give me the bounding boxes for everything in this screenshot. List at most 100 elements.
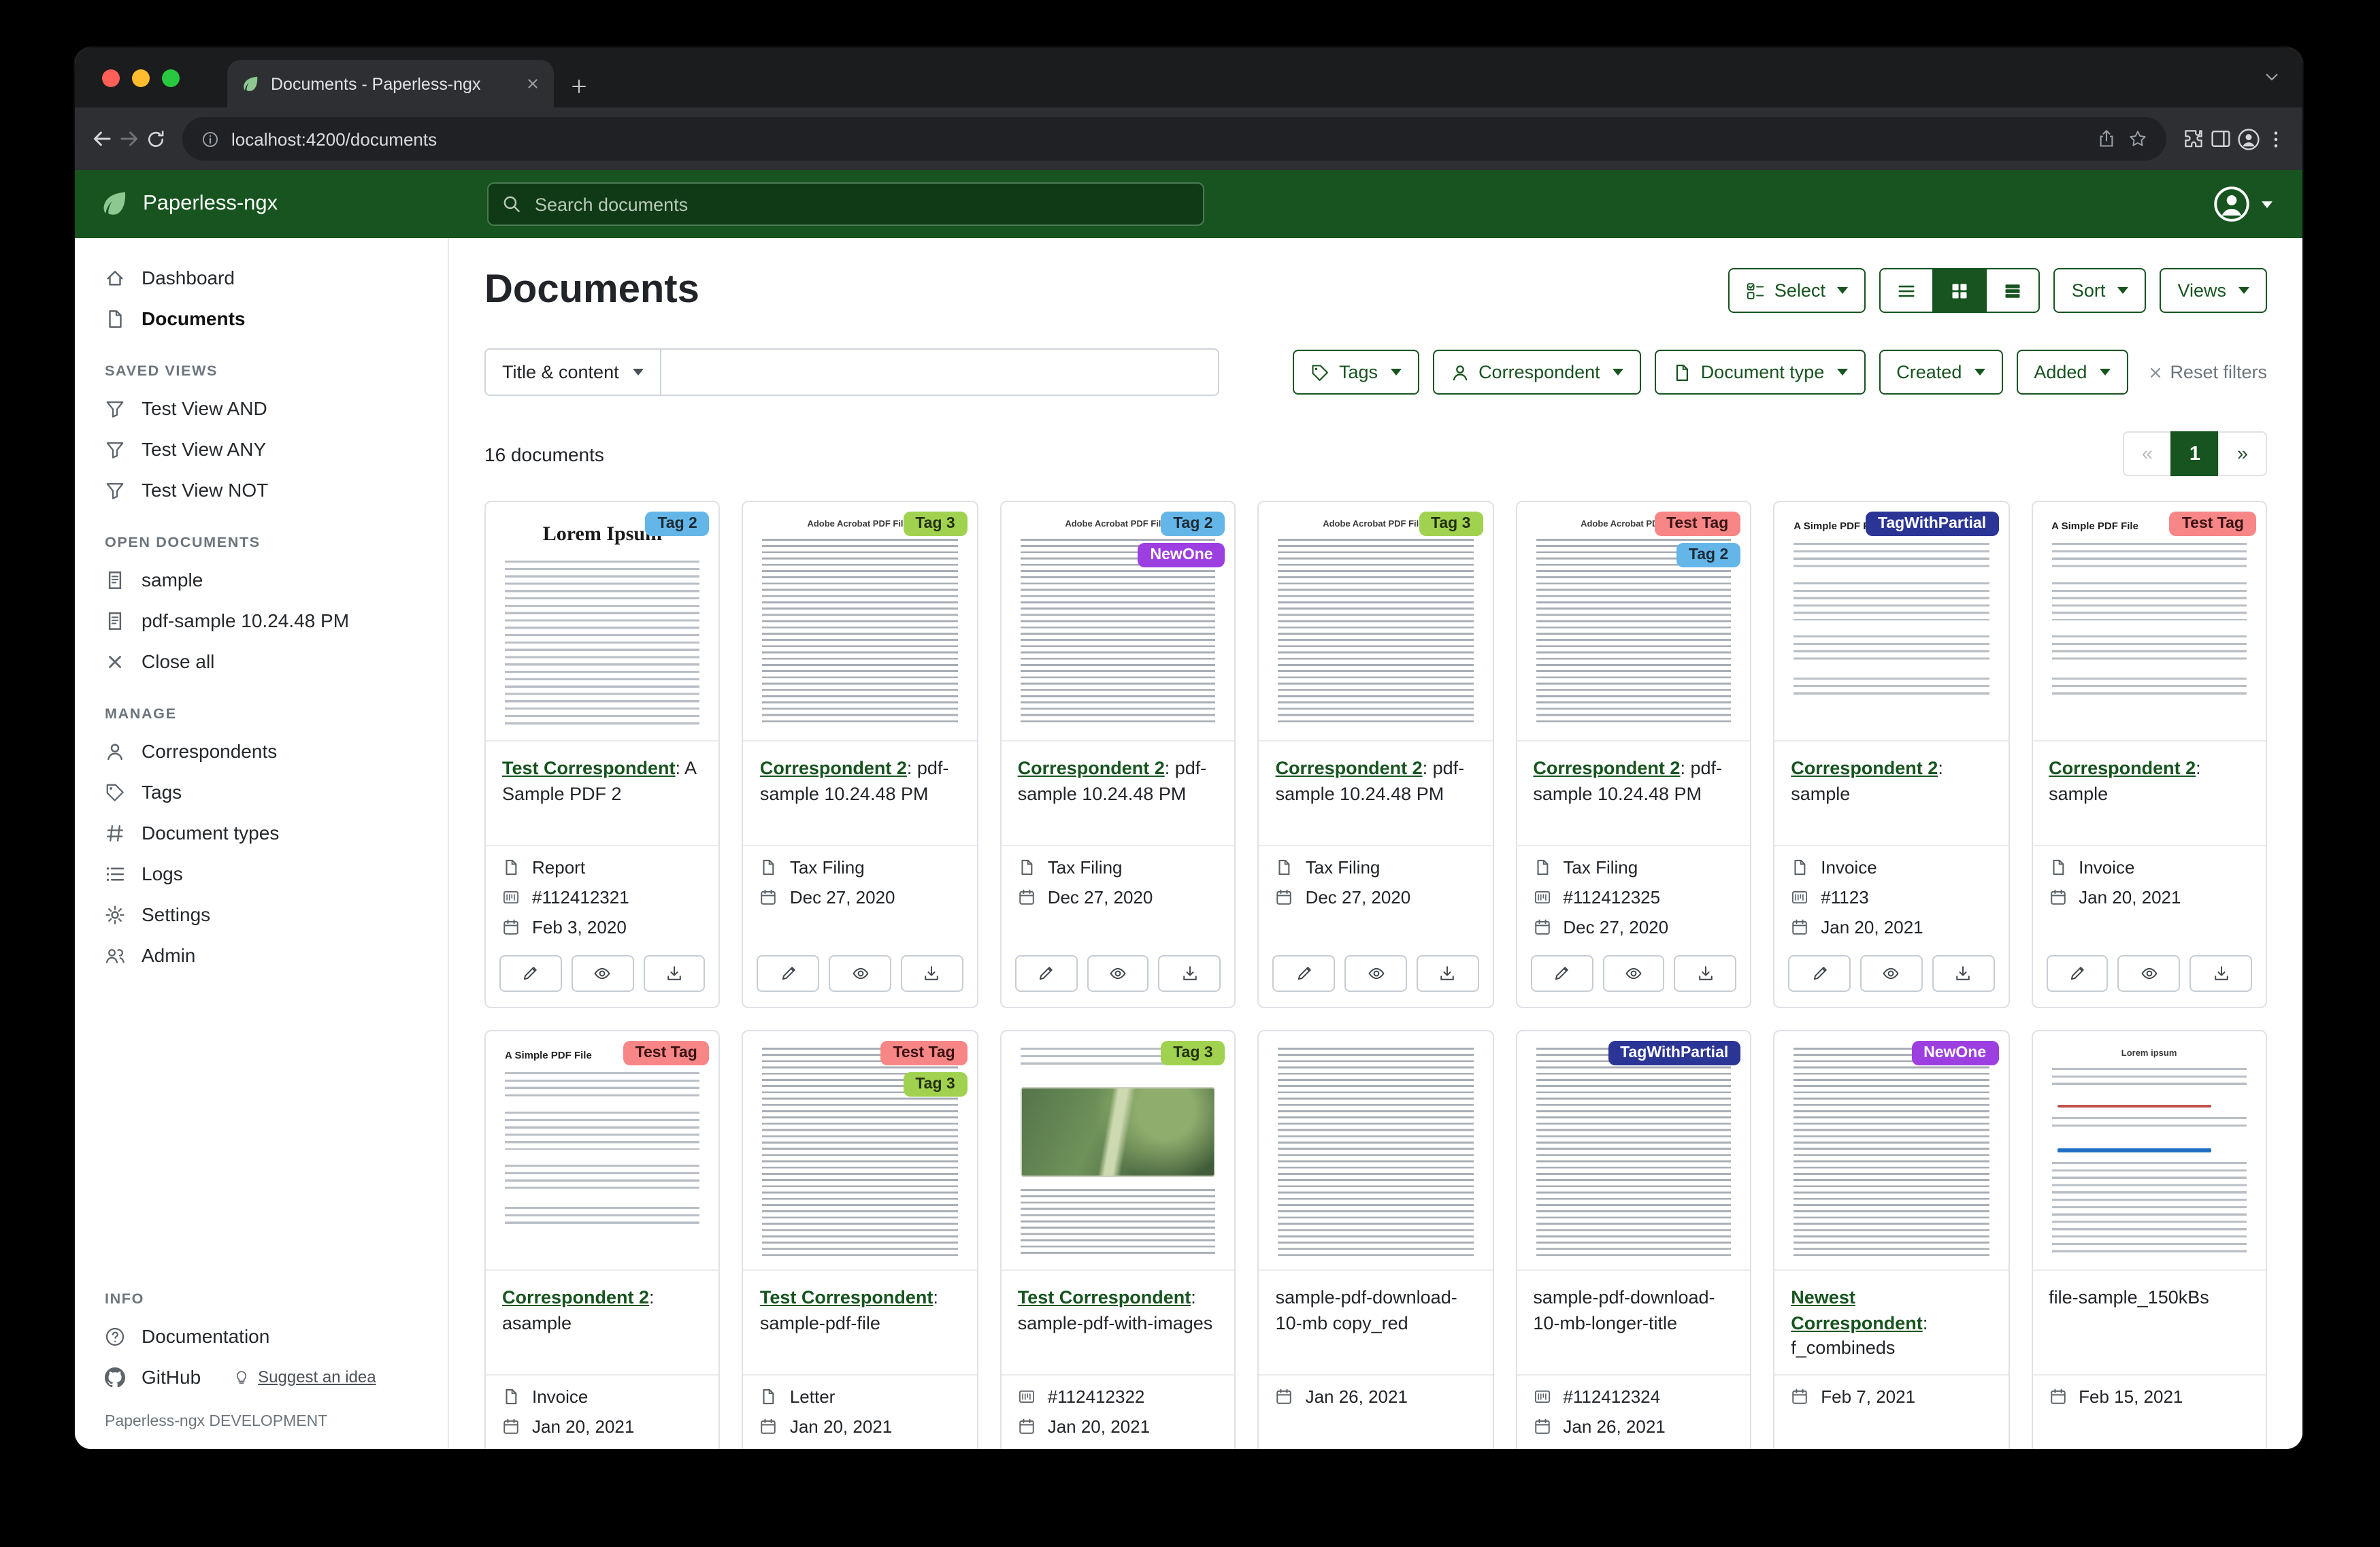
filter-created-button[interactable]: Created (1879, 350, 2002, 395)
sidebar-item-admin[interactable]: Admin (75, 935, 448, 976)
tab-search-icon[interactable] (2263, 68, 2281, 86)
document-thumbnail[interactable]: Test TagA Simple PDF File (486, 1031, 719, 1271)
tag-badge[interactable]: Tag 3 (903, 512, 967, 536)
sidebar-item-test-view-and[interactable]: Test View AND (75, 388, 448, 429)
document-thumbnail[interactable]: Test TagTag 2Adobe Acrobat PDF Files (1517, 502, 1750, 742)
sidebar-item-dashboard[interactable]: Dashboard (75, 257, 448, 298)
search-input[interactable] (532, 193, 1189, 216)
download-button[interactable] (1417, 955, 1479, 992)
tag-badge[interactable]: Tag 2 (1161, 512, 1225, 536)
zoom-window-button[interactable] (162, 69, 180, 87)
tag-badge[interactable]: TagWithPartial (1608, 1041, 1740, 1065)
download-button[interactable] (1674, 955, 1737, 992)
edit-button[interactable] (1530, 955, 1593, 992)
tag-badge[interactable]: Test Tag (623, 1041, 710, 1065)
preview-button[interactable] (829, 955, 891, 992)
filter-document-type-button[interactable]: Document type (1655, 350, 1866, 395)
tag-badge[interactable]: NewOne (1911, 1041, 1998, 1065)
tag-badge[interactable]: Test Tag (881, 1041, 968, 1065)
sidebar-item-github[interactable]: GitHubSuggest an idea (75, 1357, 448, 1397)
select-button[interactable]: Select (1728, 268, 1866, 313)
correspondent-link[interactable]: Test Correspondent (1018, 1287, 1191, 1308)
sort-button[interactable]: Sort (2054, 268, 2147, 313)
global-search[interactable] (487, 182, 1204, 226)
download-button[interactable] (643, 955, 706, 992)
download-button[interactable] (2189, 955, 2252, 992)
document-thumbnail[interactable]: Test Tag Tag 3 (744, 1031, 977, 1271)
correspondent-link[interactable]: Test Correspondent (760, 1287, 933, 1308)
correspondent-link[interactable]: Test Correspondent (502, 758, 676, 778)
document-thumbnail[interactable]: TagWithPartial (1517, 1031, 1750, 1271)
edit-button[interactable] (499, 955, 562, 992)
document-thumbnail[interactable]: Tag 2Lorem Ipsum (486, 502, 719, 742)
address-bar[interactable]: localhost:4200/documents (182, 117, 2166, 161)
correspondent-link[interactable]: Correspondent 2 (1533, 758, 1680, 778)
browser-profile-avatar[interactable] (2237, 127, 2260, 150)
prev-page-button[interactable]: « (2123, 431, 2172, 476)
sidebar-item-document-types[interactable]: Document types (75, 812, 448, 853)
preview-button[interactable] (1860, 955, 1923, 992)
view-grid-button[interactable] (1933, 268, 1987, 313)
sidebar-item-test-view-not[interactable]: Test View NOT (75, 469, 448, 510)
document-thumbnail[interactable]: Tag 3 (1002, 1031, 1235, 1271)
forward-button[interactable] (118, 128, 140, 150)
document-thumbnail[interactable]: Test TagA Simple PDF File (2032, 502, 2266, 742)
document-thumbnail[interactable]: TagWithPartialA Simple PDF File (1774, 502, 2008, 742)
edit-button[interactable] (2046, 955, 2109, 992)
user-menu[interactable] (2213, 185, 2272, 223)
correspondent-link[interactable]: Correspondent 2 (502, 1287, 649, 1308)
correspondent-link[interactable]: Newest Correspondent (1791, 1287, 1923, 1333)
tag-badge[interactable]: Tag 3 (1419, 512, 1483, 536)
edit-button[interactable] (1788, 955, 1851, 992)
document-thumbnail[interactable]: Tag 3Adobe Acrobat PDF Files (744, 502, 977, 742)
correspondent-link[interactable]: Correspondent 2 (1791, 758, 1938, 778)
correspondent-link[interactable]: Correspondent 2 (1276, 758, 1423, 778)
filter-text-input[interactable] (661, 348, 1219, 396)
preview-button[interactable] (1087, 955, 1149, 992)
sidebar-item-pdf-sample-10-24-48-pm[interactable]: pdf-sample 10.24.48 PM (75, 600, 448, 641)
edit-button[interactable] (1273, 955, 1336, 992)
sidebar-item-documents[interactable]: Documents (75, 298, 448, 339)
filter-tags-button[interactable]: Tags (1293, 350, 1419, 395)
sidebar-item-close-all[interactable]: Close all (75, 641, 448, 682)
preview-button[interactable] (1344, 955, 1407, 992)
tag-badge[interactable]: Tag 2 (645, 512, 709, 536)
correspondent-link[interactable]: Correspondent 2 (1018, 758, 1165, 778)
tag-badge[interactable]: Test Tag (1654, 512, 1740, 536)
share-icon[interactable] (2097, 129, 2116, 148)
next-page-button[interactable]: » (2218, 431, 2267, 476)
sidebar-item-settings[interactable]: Settings (75, 894, 448, 935)
download-button[interactable] (1932, 955, 1995, 992)
tag-badge[interactable]: Tag 3 (903, 1072, 967, 1097)
document-thumbnail[interactable]: NewOne (1774, 1031, 2008, 1271)
document-thumbnail[interactable]: Tag 2NewOneAdobe Acrobat PDF Files (1002, 502, 1235, 742)
back-button[interactable] (91, 128, 113, 150)
preview-button[interactable] (2118, 955, 2181, 992)
preview-button[interactable] (572, 955, 634, 992)
sidebar-item-documentation[interactable]: Documentation (75, 1316, 448, 1357)
app-brand[interactable]: Paperless-ngx (75, 189, 449, 219)
browser-tab[interactable]: Documents - Paperless-ngx (227, 60, 554, 107)
sidebar-item-logs[interactable]: Logs (75, 853, 448, 894)
correspondent-link[interactable]: Correspondent 2 (2049, 758, 2196, 778)
correspondent-link[interactable]: Correspondent 2 (760, 758, 907, 778)
sidebar-item-tags[interactable]: Tags (75, 771, 448, 812)
document-thumbnail[interactable]: Lorem ipsum (2032, 1031, 2266, 1271)
suggest-idea-link[interactable]: Suggest an idea (231, 1367, 376, 1386)
current-page-button[interactable]: 1 (2170, 431, 2219, 476)
browser-menu-icon[interactable] (2266, 129, 2286, 149)
filter-field-dropdown[interactable]: Title & content (484, 348, 661, 396)
tag-badge[interactable]: NewOne (1138, 543, 1225, 567)
sidebar-item-test-view-any[interactable]: Test View ANY (75, 429, 448, 469)
tag-badge[interactable]: TagWithPartial (1866, 512, 1998, 536)
view-details-button[interactable] (1986, 268, 2040, 313)
filter-added-button[interactable]: Added (2016, 350, 2128, 395)
sidebar-item-sample[interactable]: sample (75, 559, 448, 600)
edit-button[interactable] (1015, 955, 1078, 992)
download-button[interactable] (1159, 955, 1221, 992)
close-window-button[interactable] (102, 69, 120, 87)
preview-button[interactable] (1602, 955, 1665, 992)
minimize-window-button[interactable] (132, 69, 150, 87)
side-panel-icon[interactable] (2210, 128, 2232, 150)
tag-badge[interactable]: Tag 2 (1676, 543, 1740, 567)
